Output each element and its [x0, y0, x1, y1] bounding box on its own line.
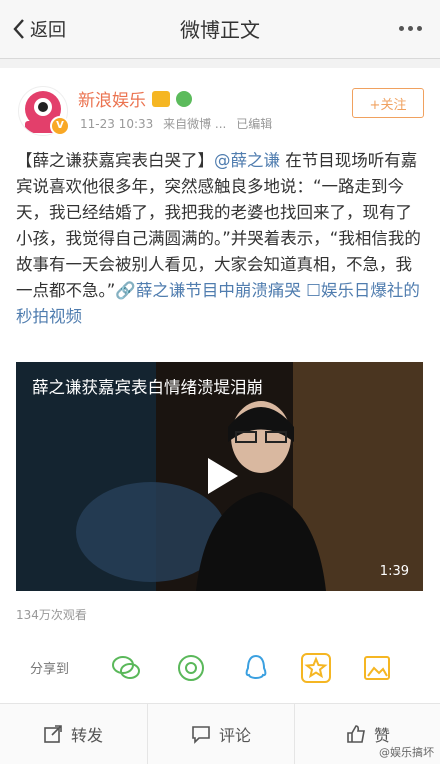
- wechat-icon[interactable]: [110, 652, 142, 684]
- post-time: 11-23 10:33: [80, 117, 154, 131]
- post-headline: 【薛之谦获嘉宾表白哭了】: [16, 151, 214, 170]
- member-crown-icon: [152, 90, 170, 107]
- thumbs-up-icon: [347, 725, 365, 743]
- post-text: 【薛之谦获嘉宾表白哭了】@薛之谦 在节目现场听有嘉宾说喜欢他很多年，突然感触良多…: [16, 148, 426, 330]
- post-card: V 新浪娱乐 11-23 10:33 来自微博 ... 已编辑 +关注 【薛之谦…: [0, 68, 440, 758]
- repost-icon: [44, 725, 62, 743]
- share-label: 分享到: [30, 662, 70, 677]
- action-bar: 转发 评论 赞 @娱乐搞坏: [0, 703, 440, 764]
- video-duration: 1:39: [379, 564, 409, 579]
- video-title: 薛之谦获嘉宾表白情绪溃堤泪崩: [32, 378, 263, 397]
- view-count: 134万次观看: [16, 608, 87, 622]
- post-meta: 11-23 10:33 来自微博 ... 已编辑: [80, 115, 278, 132]
- repost-button[interactable]: 转发: [0, 704, 146, 764]
- top-bar: 返回 微博正文: [0, 0, 440, 59]
- comment-icon: [192, 726, 210, 744]
- edited-tag[interactable]: 已编辑: [236, 117, 272, 131]
- video-link[interactable]: 🔗薛之谦节目中崩溃痛哭: [115, 281, 301, 300]
- moments-icon[interactable]: [175, 652, 207, 684]
- level-icon: [176, 90, 192, 107]
- save-image-icon[interactable]: [362, 652, 394, 684]
- page-title: 微博正文: [180, 18, 260, 42]
- favorite-star-icon[interactable]: [300, 652, 332, 684]
- repost-label: 转发: [70, 726, 103, 745]
- post-body: 在节目现场听有嘉宾说喜欢他很多年，突然感触良多地说：“一路走到今天，我已经结婚了…: [16, 151, 421, 300]
- follow-button[interactable]: +关注: [352, 88, 424, 118]
- watermark: @娱乐搞坏: [379, 746, 434, 759]
- comment-button[interactable]: 评论: [147, 704, 294, 764]
- comment-label: 评论: [218, 726, 251, 745]
- more-options-button[interactable]: [399, 26, 422, 31]
- qq-icon[interactable]: [240, 652, 272, 684]
- share-bar: 分享到: [0, 640, 440, 696]
- play-icon[interactable]: [208, 458, 238, 494]
- video-player[interactable]: 薛之谦获嘉宾表白情绪溃堤泪崩 1:39: [16, 362, 423, 591]
- post-source[interactable]: 来自微博 ...: [163, 117, 226, 131]
- verified-badge: V: [50, 116, 70, 136]
- mention-link[interactable]: @薛之谦: [214, 151, 280, 170]
- author-name[interactable]: 新浪娱乐: [78, 86, 146, 111]
- like-label: 赞: [373, 726, 390, 745]
- author-row[interactable]: 新浪娱乐: [78, 86, 192, 111]
